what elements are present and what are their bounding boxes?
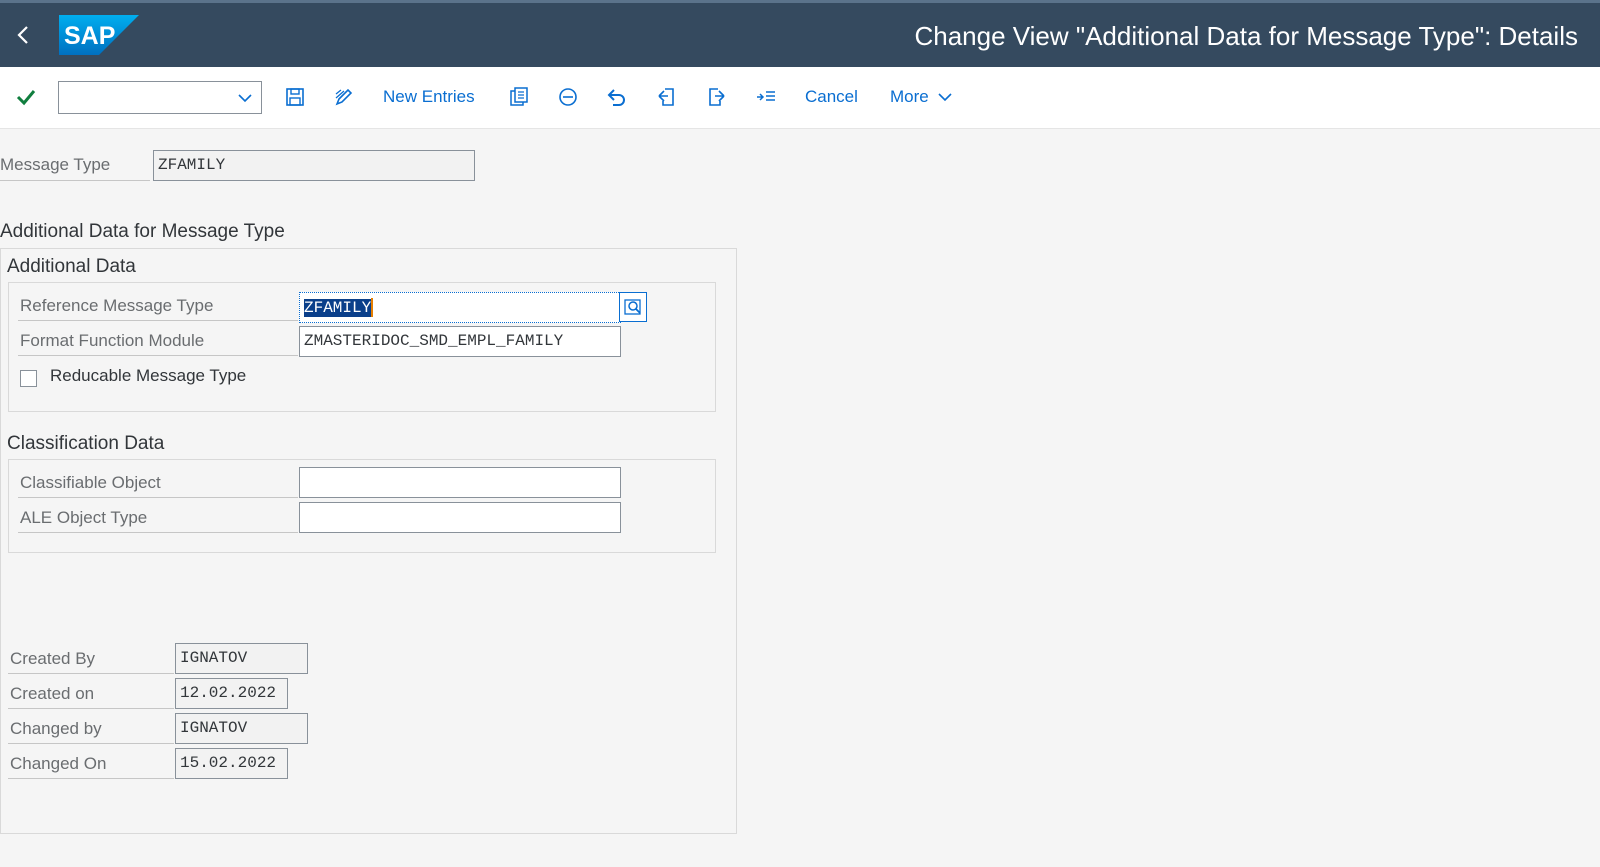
created-by-label: Created By xyxy=(10,649,96,668)
label-underline xyxy=(8,673,174,674)
page-title: Change View "Additional Data for Message… xyxy=(914,21,1578,51)
chevron-down-icon xyxy=(938,93,952,102)
changed-by-label: Changed by xyxy=(10,719,102,738)
ale-object-type-label: ALE Object Type xyxy=(20,508,148,527)
created-on-label: Created on xyxy=(10,684,95,703)
more-label: More xyxy=(890,87,929,106)
display-change-icon[interactable] xyxy=(330,81,358,113)
format-function-module-label: Format Function Module xyxy=(20,331,205,350)
select-block-icon[interactable] xyxy=(752,81,780,113)
undo-icon[interactable] xyxy=(603,81,631,113)
copy-as-icon[interactable] xyxy=(505,81,533,113)
chevron-down-icon[interactable] xyxy=(237,90,253,106)
selected-text: ZFAMILY xyxy=(304,298,372,317)
more-button[interactable]: More xyxy=(890,81,953,113)
label-underline xyxy=(0,180,150,181)
next-entry-icon[interactable] xyxy=(702,81,730,113)
format-function-module-field[interactable]: ZMASTERIDOC_SMD_EMPL_FAMILY xyxy=(299,326,621,357)
created-by-field[interactable]: IGNATOV xyxy=(175,643,308,674)
message-type-field[interactable]: ZFAMILY xyxy=(153,150,475,181)
main-section-title: Additional Data for Message Type xyxy=(0,221,285,242)
text-cursor xyxy=(371,298,374,317)
reducable-message-type-checkbox[interactable] xyxy=(20,370,37,387)
chevron-left-icon[interactable] xyxy=(14,23,34,47)
previous-entry-icon[interactable] xyxy=(653,81,681,113)
changed-by-field[interactable]: IGNATOV xyxy=(175,713,308,744)
save-icon[interactable] xyxy=(281,81,309,113)
cancel-label: Cancel xyxy=(805,87,858,106)
svg-text:SAP: SAP xyxy=(64,22,115,50)
new-entries-button[interactable]: New Entries xyxy=(383,81,475,113)
delete-icon[interactable] xyxy=(554,81,582,113)
changed-on-label: Changed On xyxy=(10,754,107,773)
reference-message-type-field[interactable]: ZFAMILY xyxy=(299,292,621,323)
label-underline xyxy=(18,532,298,533)
changed-on-field[interactable]: 15.02.2022 xyxy=(175,748,288,779)
label-underline xyxy=(18,497,298,498)
new-entries-label: New Entries xyxy=(383,87,475,106)
toolbar: New Entries Cancel More xyxy=(0,67,1600,129)
label-underline xyxy=(8,708,174,709)
classifiable-object-label: Classifiable Object xyxy=(20,473,161,492)
additional-data-title: Additional Data xyxy=(7,256,136,277)
classification-data-title: Classification Data xyxy=(7,433,165,454)
label-underline xyxy=(8,778,174,779)
value-help-icon[interactable] xyxy=(619,292,647,322)
message-type-label: Message Type xyxy=(0,155,111,174)
ale-object-type-field[interactable] xyxy=(299,502,621,533)
sap-logo[interactable]: SAP xyxy=(59,15,139,55)
cancel-button[interactable]: Cancel xyxy=(805,81,858,113)
command-field[interactable] xyxy=(58,81,262,114)
classifiable-object-field[interactable] xyxy=(299,467,621,498)
label-underline xyxy=(18,355,298,356)
reference-message-type-label: Reference Message Type xyxy=(20,296,214,315)
created-on-field[interactable]: 12.02.2022 xyxy=(175,678,288,709)
shell-bar: SAP Change View "Additional Data for Mes… xyxy=(0,0,1600,67)
check-icon[interactable] xyxy=(12,81,40,113)
label-underline xyxy=(8,743,174,744)
reducable-message-type-label: Reducable Message Type xyxy=(50,366,247,385)
label-underline xyxy=(18,320,298,321)
